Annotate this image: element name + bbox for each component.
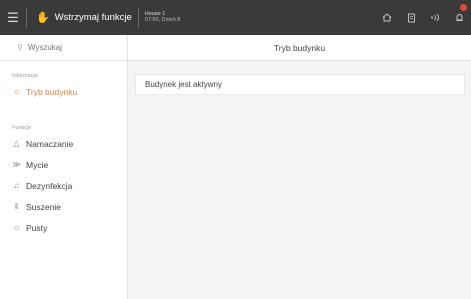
- disinfect-icon: ♫: [13, 181, 20, 190]
- spray-icon: ≫: [12, 160, 21, 169]
- building-status-text: Budynek jest aktywny: [145, 80, 222, 89]
- main-panel: Tryb budynku Budynek jest aktywny: [128, 35, 471, 299]
- page-title: Tryb budynku: [128, 35, 471, 61]
- sidebar-item-building-mode[interactable]: ⌂ Tryb budynku: [0, 81, 127, 102]
- alarm-bell-icon[interactable]: [447, 0, 471, 35]
- house-datetime: 07:50, Dzień 8: [144, 16, 181, 23]
- search-icon: ⚲: [17, 43, 23, 52]
- sidebar-item-soaking[interactable]: △ Namaczanie: [0, 133, 127, 154]
- pause-functions-label: Wstrzymaj funkcje: [54, 12, 132, 23]
- document-icon[interactable]: [399, 0, 423, 35]
- dry-icon: ‖: [14, 202, 19, 211]
- sidebar-item-label: Namaczanie: [26, 138, 74, 149]
- house-icon: ⌂: [14, 87, 19, 96]
- house-selector[interactable]: House 1 07:50, Dzień 8: [139, 11, 181, 24]
- sidebar-item-empty[interactable]: ⌂ Pusty: [0, 217, 127, 238]
- pause-hand-icon: ✋: [36, 12, 50, 24]
- menu-icon[interactable]: ☰: [0, 0, 26, 35]
- sidebar-item-label: Suszenie: [26, 201, 61, 212]
- section-functions-heading: Funkcje: [12, 125, 32, 131]
- sidebar-item-label: Mycie: [26, 159, 49, 170]
- sidebar-item-disinfection[interactable]: ♫ Dezynfekcja: [0, 175, 127, 196]
- sidebar-item-label: Tryb budynku: [26, 86, 78, 97]
- sidebar-item-drying[interactable]: ‖ Suszenie: [0, 196, 127, 217]
- building-status-card: Budynek jest aktywny: [135, 74, 465, 95]
- flask-icon: △: [13, 139, 20, 148]
- house-empty-icon: ⌂: [14, 223, 19, 232]
- house-status-icon[interactable]: [375, 0, 399, 35]
- sidebar-item-washing[interactable]: ≫ Mycie: [0, 154, 127, 175]
- search-input[interactable]: [27, 43, 108, 52]
- top-bar: ☰ ✋ Wstrzymaj funkcje House 1 07:50, Dzi…: [0, 0, 471, 35]
- sidebar-item-label: Dezynfekcja: [26, 180, 73, 191]
- alert-badge: [460, 4, 467, 11]
- pause-functions-button[interactable]: ✋ Wstrzymaj funkcje: [27, 0, 138, 35]
- sidebar-item-label: Pusty: [26, 222, 48, 233]
- search-box[interactable]: ⚲: [0, 35, 127, 61]
- section-info-heading: Informacja: [12, 73, 38, 79]
- signal-icon[interactable]: [423, 0, 447, 35]
- sidebar: ⚲ Informacja ⌂ Tryb budynku Funkcje △ Na…: [0, 35, 128, 299]
